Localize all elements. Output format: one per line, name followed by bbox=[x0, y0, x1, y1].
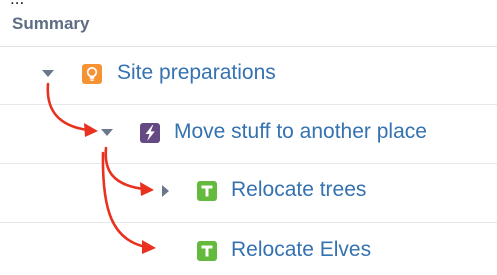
issue-link-move-stuff[interactable]: Move stuff to another place bbox=[174, 119, 427, 145]
issue-link-relocate-elves[interactable]: Relocate Elves bbox=[231, 237, 371, 263]
issue-hierarchy-panel: ... Summary Site preparations Move stuff… bbox=[0, 0, 497, 275]
task-t-icon bbox=[197, 241, 217, 261]
lightbulb-icon bbox=[82, 64, 102, 84]
collapse-caret-icon[interactable] bbox=[42, 70, 54, 77]
table-row: Site preparations bbox=[0, 46, 497, 105]
task-t-icon bbox=[197, 181, 217, 201]
table-row: Relocate Elves bbox=[0, 223, 497, 275]
issue-link-relocate-trees[interactable]: Relocate trees bbox=[231, 177, 366, 203]
table-row: Move stuff to another place bbox=[0, 105, 497, 164]
collapse-caret-icon[interactable] bbox=[101, 129, 113, 136]
expand-caret-icon[interactable] bbox=[162, 185, 169, 197]
lightning-bolt-icon bbox=[140, 123, 160, 143]
table-row: Relocate trees bbox=[0, 164, 497, 223]
table-header: Summary bbox=[0, 8, 497, 47]
summary-column-header[interactable]: Summary bbox=[12, 14, 89, 34]
issue-link-site-preparations[interactable]: Site preparations bbox=[117, 60, 276, 86]
